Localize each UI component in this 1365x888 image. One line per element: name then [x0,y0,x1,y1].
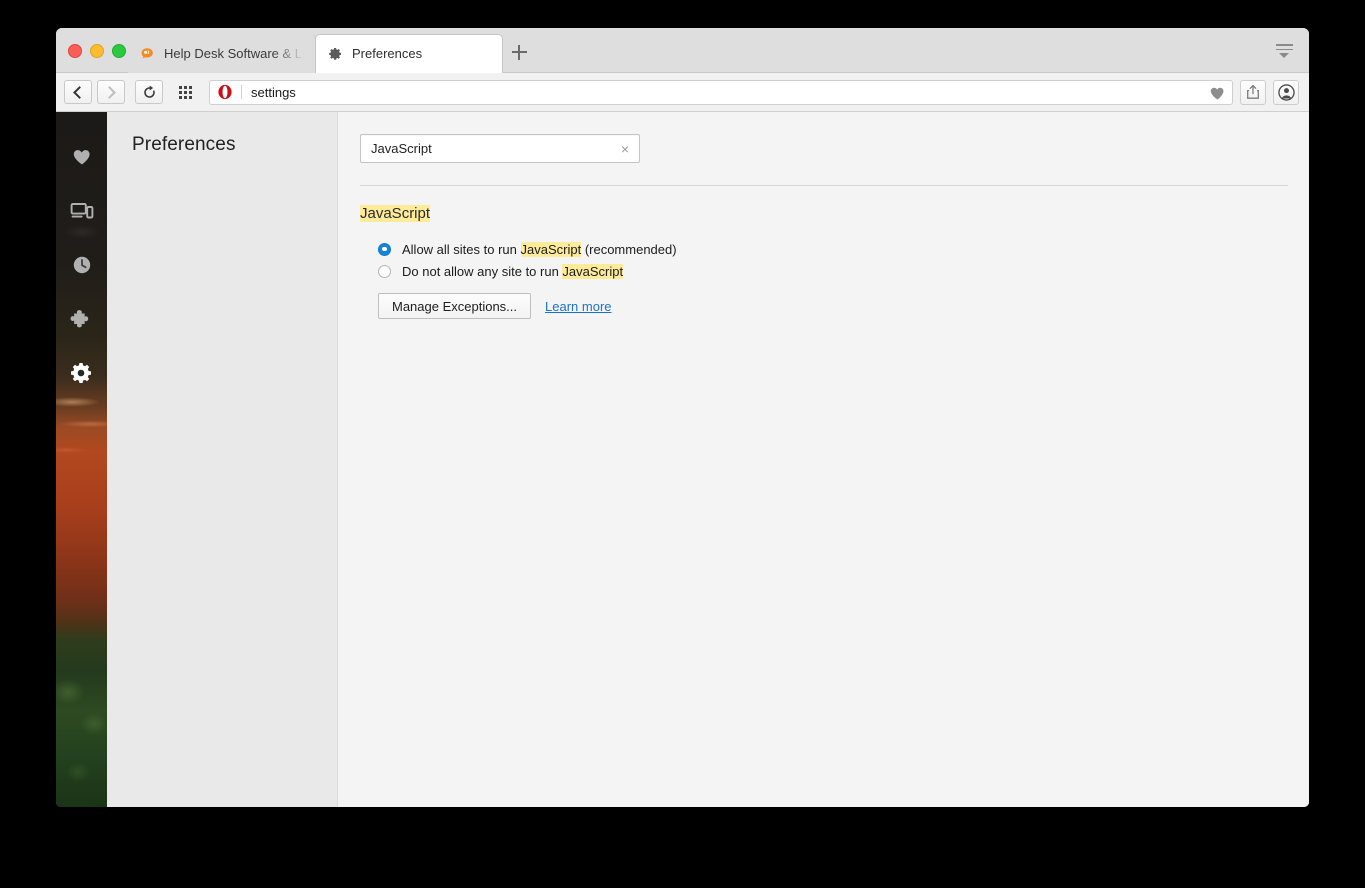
devices-icon [70,203,93,219]
address-bar: settings [56,73,1309,112]
chevron-down-icon [1279,53,1289,58]
grid-icon [178,85,192,99]
speed-dial-button[interactable] [171,80,199,104]
share-icon [1247,84,1259,99]
radio-option-allow[interactable]: Allow all sites to run JavaScript (recom… [378,238,1309,260]
chevron-left-icon [73,85,86,99]
browser-window: Help Desk Software & Live Ch Preferences [56,28,1309,807]
radio-option-block[interactable]: Do not allow any site to run JavaScript [378,260,1309,282]
close-window-button[interactable] [68,44,82,58]
tab-preferences[interactable]: Preferences [315,34,503,73]
page-title: Preferences [132,134,236,155]
radio-label-block: Do not allow any site to run JavaScript [402,263,624,279]
chevron-right-icon [103,85,116,99]
share-button[interactable] [1240,79,1266,105]
manage-exceptions-button[interactable]: Manage Exceptions... [378,293,532,319]
reload-icon [143,85,155,98]
label-part: (recommended) [581,241,677,257]
chat-bubble-icon [139,46,155,62]
url-field[interactable]: settings [209,79,1233,105]
label-part-highlight: JavaScript [520,241,582,257]
avatar-icon [1277,83,1295,101]
clear-search-icon[interactable]: × [615,140,631,158]
sidebar-icon-list [56,112,107,400]
easy-setup-menu-button[interactable] [1271,40,1297,62]
sidebar-item-settings[interactable] [56,346,107,400]
label-part-highlight: JavaScript [562,263,624,279]
window-controls [68,44,126,58]
preferences-nav-panel: Preferences [107,112,338,807]
tab-help-desk[interactable]: Help Desk Software & Live Ch [128,34,316,73]
radio-button-block[interactable] [378,264,391,278]
maximize-window-button[interactable] [112,44,126,58]
label-part: Allow all sites to run [402,241,521,257]
forward-button[interactable] [97,80,125,104]
javascript-radio-group: Allow all sites to run JavaScript (recom… [360,238,1309,319]
tab-title: Preferences [352,46,423,61]
search-input[interactable] [371,141,615,156]
url-text: settings [251,84,296,100]
bookmark-heart-icon[interactable] [1209,85,1226,102]
reload-button[interactable] [135,80,163,104]
gear-icon [70,363,91,383]
search-field[interactable]: × [360,134,640,163]
profile-button[interactable] [1273,79,1299,105]
opera-side-panel [56,112,107,807]
tab-list: Help Desk Software & Live Ch Preferences [128,28,503,73]
page-content: Preferences × JavaScript Allow all sites… [56,112,1309,807]
new-tab-button[interactable] [504,38,534,66]
section-heading: JavaScript [360,205,431,222]
heart-icon [73,150,90,165]
sidebar-item-my-flow[interactable] [56,184,107,238]
gear-icon [327,46,343,62]
tab-title: Help Desk Software & Live Ch [164,45,303,61]
opera-logo-icon [218,84,232,100]
radio-label-allow: Allow all sites to run JavaScript (recom… [402,241,677,257]
sidebar-item-extensions[interactable] [56,292,107,346]
label-part: Do not allow any site to run [402,263,563,279]
preferences-main-panel: × JavaScript Allow all sites to run Java… [338,112,1309,807]
minimize-window-button[interactable] [90,44,104,58]
tab-strip: Help Desk Software & Live Ch Preferences [56,28,1309,73]
action-row: Manage Exceptions... Learn more [378,293,1309,319]
clock-icon [73,256,90,274]
sidebar-item-bookmarks[interactable] [56,130,107,184]
radio-button-allow[interactable] [378,242,391,256]
sidebar-item-history[interactable] [56,238,107,292]
puzzle-icon [70,309,89,327]
back-button[interactable] [64,80,92,104]
learn-more-link[interactable]: Learn more [545,299,611,314]
